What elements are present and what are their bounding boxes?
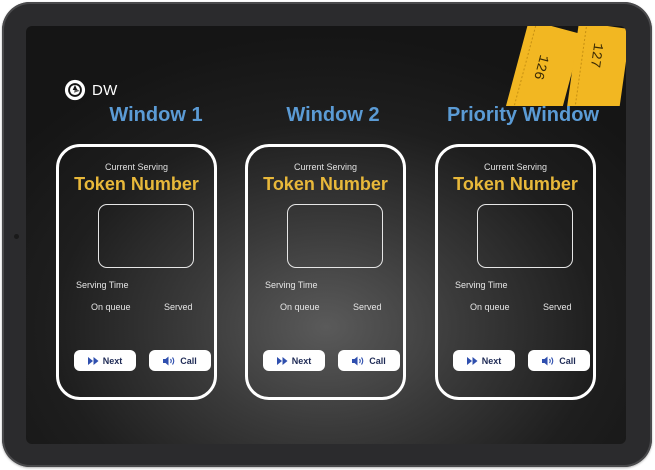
current-serving-label: Current Serving	[104, 162, 169, 172]
fast-forward-icon	[466, 356, 478, 365]
on-queue-label: On queue	[280, 302, 320, 312]
speaker-icon	[352, 356, 364, 365]
served-label: Served	[543, 302, 572, 312]
next-button-label: Next	[291, 355, 312, 366]
aperture-icon	[64, 79, 86, 101]
call-button-label: Call	[369, 355, 386, 366]
brand-name: DW	[92, 81, 118, 99]
next-button[interactable]: Next	[74, 350, 136, 371]
served-label: Served	[353, 302, 382, 312]
token-display	[98, 204, 194, 268]
window-2-panel: Current Serving Token Number Serving Tim…	[245, 144, 406, 400]
window-1-title: Window 1	[109, 104, 203, 126]
brand: DW	[64, 79, 118, 101]
fast-forward-icon	[87, 356, 99, 365]
window-1-panel: Current Serving Token Number Serving Tim…	[56, 144, 217, 400]
call-button[interactable]: Call	[338, 350, 400, 371]
serving-time-label: Serving Time	[455, 280, 508, 290]
serving-time-label: Serving Time	[265, 280, 318, 290]
on-queue-label: On queue	[91, 302, 131, 312]
speaker-icon	[163, 356, 175, 365]
speaker-icon	[542, 356, 554, 365]
next-button[interactable]: Next	[453, 350, 515, 371]
token-number-label: Token Number	[263, 174, 388, 194]
tablet-frame: 126 127 DW Window 1 Current Serving Toke…	[2, 2, 652, 467]
call-button-label: Call	[559, 355, 576, 366]
queue-display-screen: 126 127 DW Window 1 Current Serving Toke…	[26, 26, 626, 444]
priority-window-title: Priority Window	[446, 104, 600, 126]
call-button[interactable]: Call	[528, 350, 590, 371]
next-button-label: Next	[102, 355, 123, 366]
next-button[interactable]: Next	[263, 350, 325, 371]
call-button-label: Call	[180, 355, 197, 366]
serving-time-label: Serving Time	[76, 280, 129, 290]
priority-window-panel: Current Serving Token Number Serving Tim…	[435, 144, 596, 400]
tickets-illustration: 126 127	[501, 26, 626, 106]
current-serving-label: Current Serving	[483, 162, 548, 172]
call-button[interactable]: Call	[149, 350, 211, 371]
token-number-label: Token Number	[453, 174, 578, 194]
current-serving-label: Current Serving	[293, 162, 358, 172]
front-camera	[14, 234, 19, 239]
served-label: Served	[164, 302, 193, 312]
on-queue-label: On queue	[470, 302, 510, 312]
token-display	[287, 204, 383, 268]
token-number-label: Token Number	[74, 174, 199, 194]
next-button-label: Next	[481, 355, 502, 366]
fast-forward-icon	[276, 356, 288, 365]
window-2-title: Window 2	[286, 104, 380, 126]
token-display	[477, 204, 573, 268]
